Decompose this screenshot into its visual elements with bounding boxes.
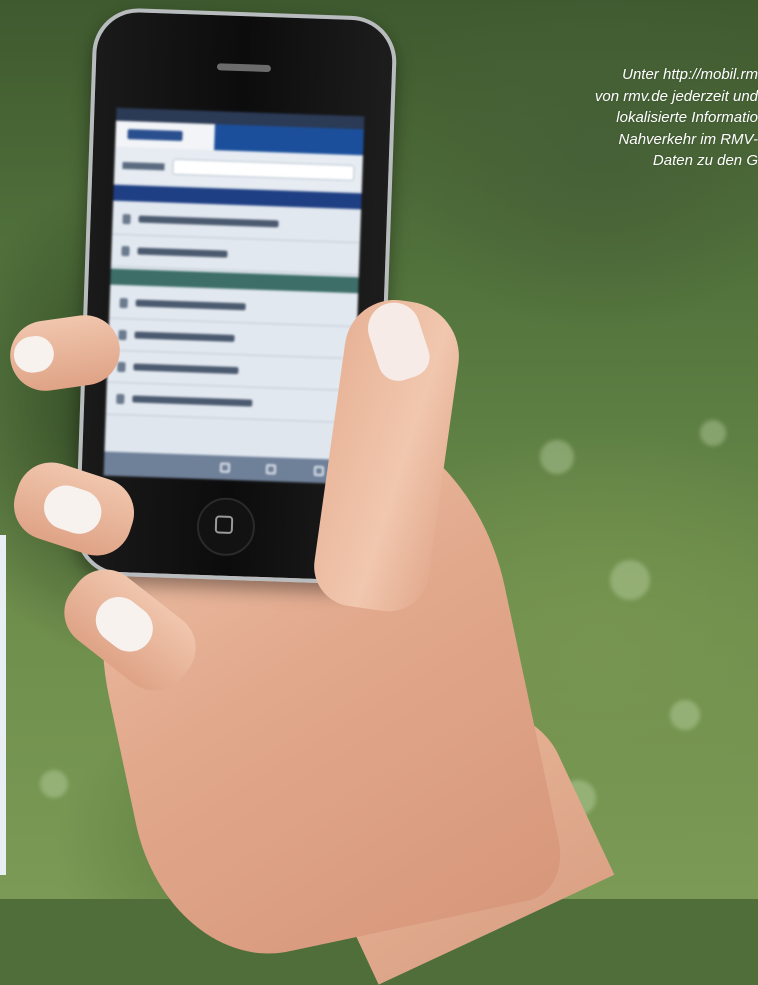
bookmarks-icon [265, 464, 277, 475]
bokeh-spot [610, 560, 650, 600]
list-item-text [137, 247, 228, 258]
pages-icon [313, 465, 325, 477]
caption-line: lokalisierte Informatio [616, 109, 758, 126]
list-item-icon [118, 329, 127, 340]
home-button-icon [214, 515, 234, 535]
list-item-text [133, 363, 239, 375]
bokeh-spot [540, 440, 574, 474]
fingernail [38, 479, 108, 540]
caption-line: von rmv.de jederzeit und [594, 87, 758, 105]
photo-caption: Unter http://mobil.rm von rmv.de jederze… [498, 64, 758, 172]
caption-line: Daten zu den G [652, 152, 758, 169]
list-item-icon [116, 393, 125, 404]
list-item-text [132, 395, 253, 407]
list-item-text [134, 331, 235, 342]
list-item-text [138, 215, 279, 228]
browser-toolbar [103, 451, 353, 485]
caption-line: Nahverkehr im RMV- [618, 130, 758, 148]
home-button [195, 496, 256, 557]
search-row [113, 146, 363, 192]
bokeh-spot [670, 700, 700, 730]
list-item-icon [117, 361, 126, 372]
add-icon [219, 462, 231, 473]
list-item-icon [122, 213, 131, 224]
fingernail [86, 587, 163, 661]
search-input [172, 158, 355, 182]
fingernail [11, 333, 57, 375]
bokeh-spot [40, 770, 68, 798]
list-item-icon [119, 297, 128, 308]
list-item-text [135, 299, 246, 311]
list-item-icon [121, 245, 130, 256]
bokeh-spot [700, 420, 726, 446]
site-logo [127, 129, 183, 142]
phone-screen [103, 107, 365, 485]
caption-line: Unter http://mobil.rm [622, 66, 758, 83]
earpiece-speaker [216, 63, 272, 73]
page-side-bar [0, 535, 6, 875]
search-label [122, 161, 165, 170]
